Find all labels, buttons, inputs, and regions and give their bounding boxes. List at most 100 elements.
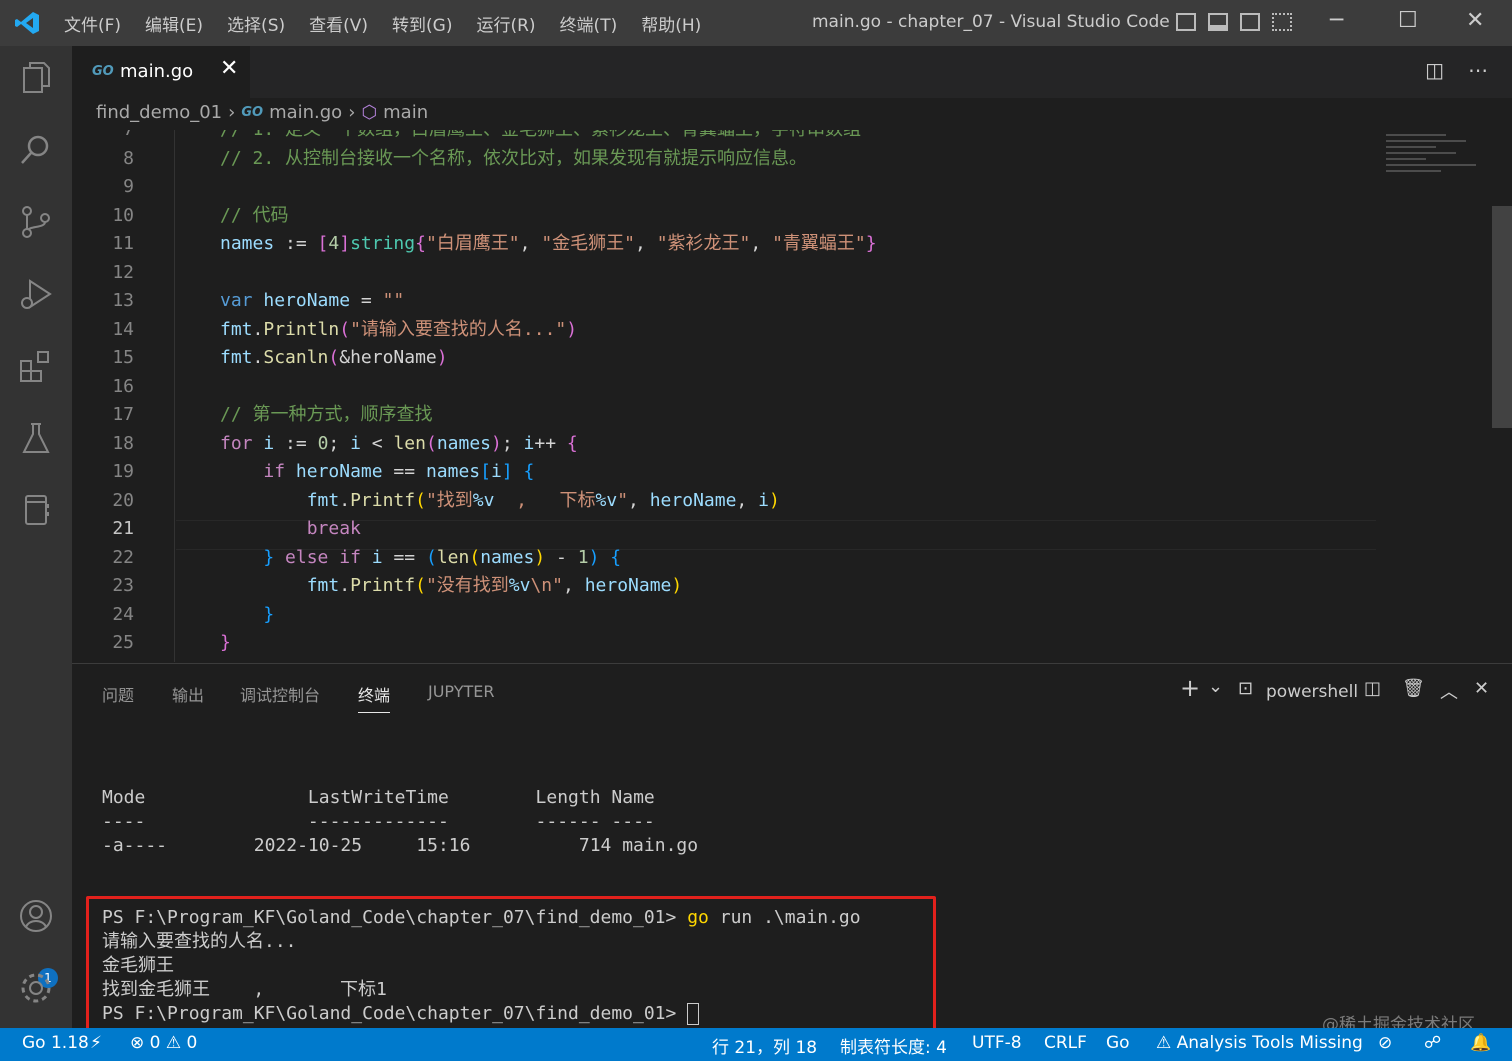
code-text: fmt.Scanln(&heroName): [220, 347, 448, 368]
code-line[interactable]: 11 names := [4]string{"白眉鹰王", "金毛狮王", "紫衫…: [72, 230, 1382, 258]
warning-icon: ⚠: [165, 1033, 182, 1053]
tab-problems[interactable]: 问题: [102, 682, 134, 706]
bottom-panel: 问题 输出 调试控制台 终端 JUPYTER + ⌄ ⊡ powershell …: [72, 663, 1512, 1052]
menu-help[interactable]: 帮助(H): [641, 11, 701, 36]
code-line[interactable]: 23 fmt.Printf("没有找到%v\n", heroName): [72, 572, 1382, 600]
source-control-icon[interactable]: [16, 204, 56, 244]
tab-debug-console[interactable]: 调试控制台: [240, 682, 320, 706]
code-text: fmt.Printf("找到%v , 下标%v", heroName, i): [306, 489, 780, 511]
menu-bar: 文件(F) 编辑(E) 选择(S) 查看(V) 转到(G) 运行(R) 终端(T…: [52, 0, 713, 46]
line-number: 21: [112, 518, 134, 539]
line-ending[interactable]: CRLF: [1044, 1033, 1087, 1053]
code-editor[interactable]: 7// 1. 定义一个数组，白眉鹰王、金毛狮王、紫衫龙王、青翼蝠王，字符串数组8…: [72, 130, 1512, 662]
line-number: 7: [72, 130, 134, 144]
encoding[interactable]: UTF-8: [972, 1033, 1022, 1053]
code-text: fmt.Printf("没有找到%v\n", heroName): [306, 575, 683, 596]
chevron-down-icon[interactable]: ⌄: [1208, 676, 1223, 697]
split-terminal-icon[interactable]: ◫: [1364, 678, 1381, 699]
close-icon[interactable]: ✕: [220, 56, 238, 81]
code-line[interactable]: 15 fmt.Scanln(&heroName): [72, 344, 1382, 372]
code-text: } else if i == (len(names) - 1) {: [263, 546, 622, 568]
line-number: 22: [112, 546, 134, 568]
code-line[interactable]: 18 for i := 0; i < len(names); i++ {: [72, 430, 1382, 458]
minimize-icon[interactable]: ─: [1330, 8, 1343, 33]
code-text: for i := 0; i < len(names); i++ {: [220, 432, 578, 454]
menu-go[interactable]: 转到(G): [392, 11, 452, 36]
menu-view[interactable]: 查看(V): [309, 11, 368, 36]
menu-edit[interactable]: 编辑(E): [145, 11, 203, 36]
new-terminal-icon[interactable]: +: [1180, 674, 1200, 702]
dir-listing-header: Mode LastWriteTime Length Name: [102, 787, 655, 808]
code-line[interactable]: 17 // 第一种方式，顺序查找: [72, 401, 1382, 429]
close-panel-icon[interactable]: ✕: [1474, 678, 1489, 699]
notifications-icon[interactable]: 🔔: [1470, 1033, 1491, 1053]
language-mode[interactable]: Go: [1106, 1033, 1130, 1053]
customize-layout-icon[interactable]: [1272, 13, 1292, 31]
tab-terminal[interactable]: 终端: [358, 682, 391, 713]
tab-main-go[interactable]: GO main.go ✕: [72, 46, 250, 98]
terminal-shell-name[interactable]: powershell: [1266, 682, 1358, 702]
code-line[interactable]: 25}: [72, 629, 1382, 657]
toggle-sidebar-icon[interactable]: [1176, 13, 1196, 31]
code-line[interactable]: 13 var heroName = "": [72, 287, 1382, 315]
terminal-icon: ⊡: [1238, 678, 1254, 699]
tab-output[interactable]: 输出: [172, 682, 204, 706]
code-line[interactable]: 20 fmt.Printf("找到%v , 下标%v", heroName, i…: [72, 487, 1382, 515]
search-icon[interactable]: [16, 132, 56, 172]
dir-listing-row: -a---- 2022-10-25 15:16 714 main.go: [102, 835, 699, 856]
cursor-position[interactable]: 行 21，列 18: [712, 1033, 817, 1058]
code-line[interactable]: 14 fmt.Println("请输入要查找的人名..."): [72, 316, 1382, 344]
breadcrumb-folder[interactable]: find_demo_01: [96, 102, 222, 123]
line-number: 19: [112, 461, 134, 482]
breadcrumb-file[interactable]: main.go: [269, 102, 342, 123]
maximize-icon[interactable]: ☐: [1398, 8, 1418, 33]
menu-selection[interactable]: 选择(S): [227, 11, 285, 36]
minimap[interactable]: [1382, 130, 1492, 190]
code-line[interactable]: 7 // 1. 定义一个数组，白眉鹰王、金毛狮王、紫衫龙王、青翼蝠王，字符串数组: [72, 130, 1382, 144]
menu-terminal[interactable]: 终端(T): [560, 11, 618, 36]
terminal-output-line: 请输入要查找的人名...: [102, 931, 297, 952]
testing-icon[interactable]: [16, 420, 56, 460]
menu-file[interactable]: 文件(F): [64, 11, 121, 36]
line-number: 25: [112, 632, 134, 653]
code-line[interactable]: 8 // 2. 从控制台接收一个名称，依次比对，如果发现有就提示响应信息。: [72, 145, 1382, 173]
code-line[interactable]: 19 if heroName == names[i] {: [72, 458, 1382, 486]
code-line[interactable]: 22 } else if i == (len(names) - 1) {: [72, 544, 1382, 572]
more-actions-icon[interactable]: ⋯: [1468, 58, 1488, 82]
gear-icon[interactable]: [16, 970, 56, 1010]
tab-size[interactable]: 制表符长度: 4: [840, 1033, 947, 1058]
no-sync-icon[interactable]: ⊘: [1378, 1033, 1392, 1053]
tab-jupyter[interactable]: JUPYTER: [428, 682, 495, 701]
window-title: main.go - chapter_07 - Visual Studio Cod…: [812, 12, 1170, 32]
run-debug-icon[interactable]: [16, 276, 56, 316]
maximize-panel-icon[interactable]: ︿: [1440, 678, 1458, 704]
code-line[interactable]: 21 break: [72, 515, 1382, 543]
breadcrumb-symbol[interactable]: main: [383, 102, 428, 123]
explorer-icon[interactable]: [16, 60, 56, 100]
account-icon[interactable]: [16, 898, 56, 938]
editor-scrollbar[interactable]: [1492, 206, 1512, 428]
toggle-secondary-sidebar-icon[interactable]: [1240, 13, 1260, 31]
analysis-tools-status[interactable]: ⚠ Analysis Tools Missing: [1156, 1033, 1363, 1053]
trash-icon[interactable]: 🗑: [1402, 678, 1425, 699]
split-editor-icon[interactable]: ◫: [1425, 58, 1444, 82]
menu-run[interactable]: 运行(R): [476, 11, 535, 36]
go-version[interactable]: Go 1.18: [22, 1033, 89, 1053]
toggle-panel-icon[interactable]: [1208, 13, 1228, 31]
close-window-icon[interactable]: ✕: [1466, 8, 1484, 33]
remote-icon[interactable]: [16, 492, 56, 532]
go-file-icon: GO: [92, 64, 114, 79]
code-line[interactable]: 24 }: [72, 601, 1382, 629]
status-bar: Go 1.18 ⚡ ⊗ 0 ⚠ 0 行 21，列 18 制表符长度: 4 UTF…: [0, 1028, 1512, 1061]
code-line[interactable]: 12: [72, 259, 1382, 287]
code-line[interactable]: 9: [72, 173, 1382, 201]
terminal-prompt-line[interactable]: PS F:\Program_KF\Goland_Code\chapter_07\…: [102, 1002, 700, 1026]
sync-icon[interactable]: ⚡: [90, 1033, 102, 1053]
extensions-icon[interactable]: [16, 348, 56, 388]
problems-indicator[interactable]: ⊗ 0 ⚠ 0: [130, 1033, 197, 1053]
line-number: 23: [112, 575, 134, 596]
code-line[interactable]: 16: [72, 373, 1382, 401]
code-line[interactable]: 10 // 代码: [72, 202, 1382, 230]
code-text: names := [4]string{"白眉鹰王", "金毛狮王", "紫衫龙王…: [220, 233, 877, 254]
feedback-icon[interactable]: ☍: [1424, 1033, 1441, 1053]
